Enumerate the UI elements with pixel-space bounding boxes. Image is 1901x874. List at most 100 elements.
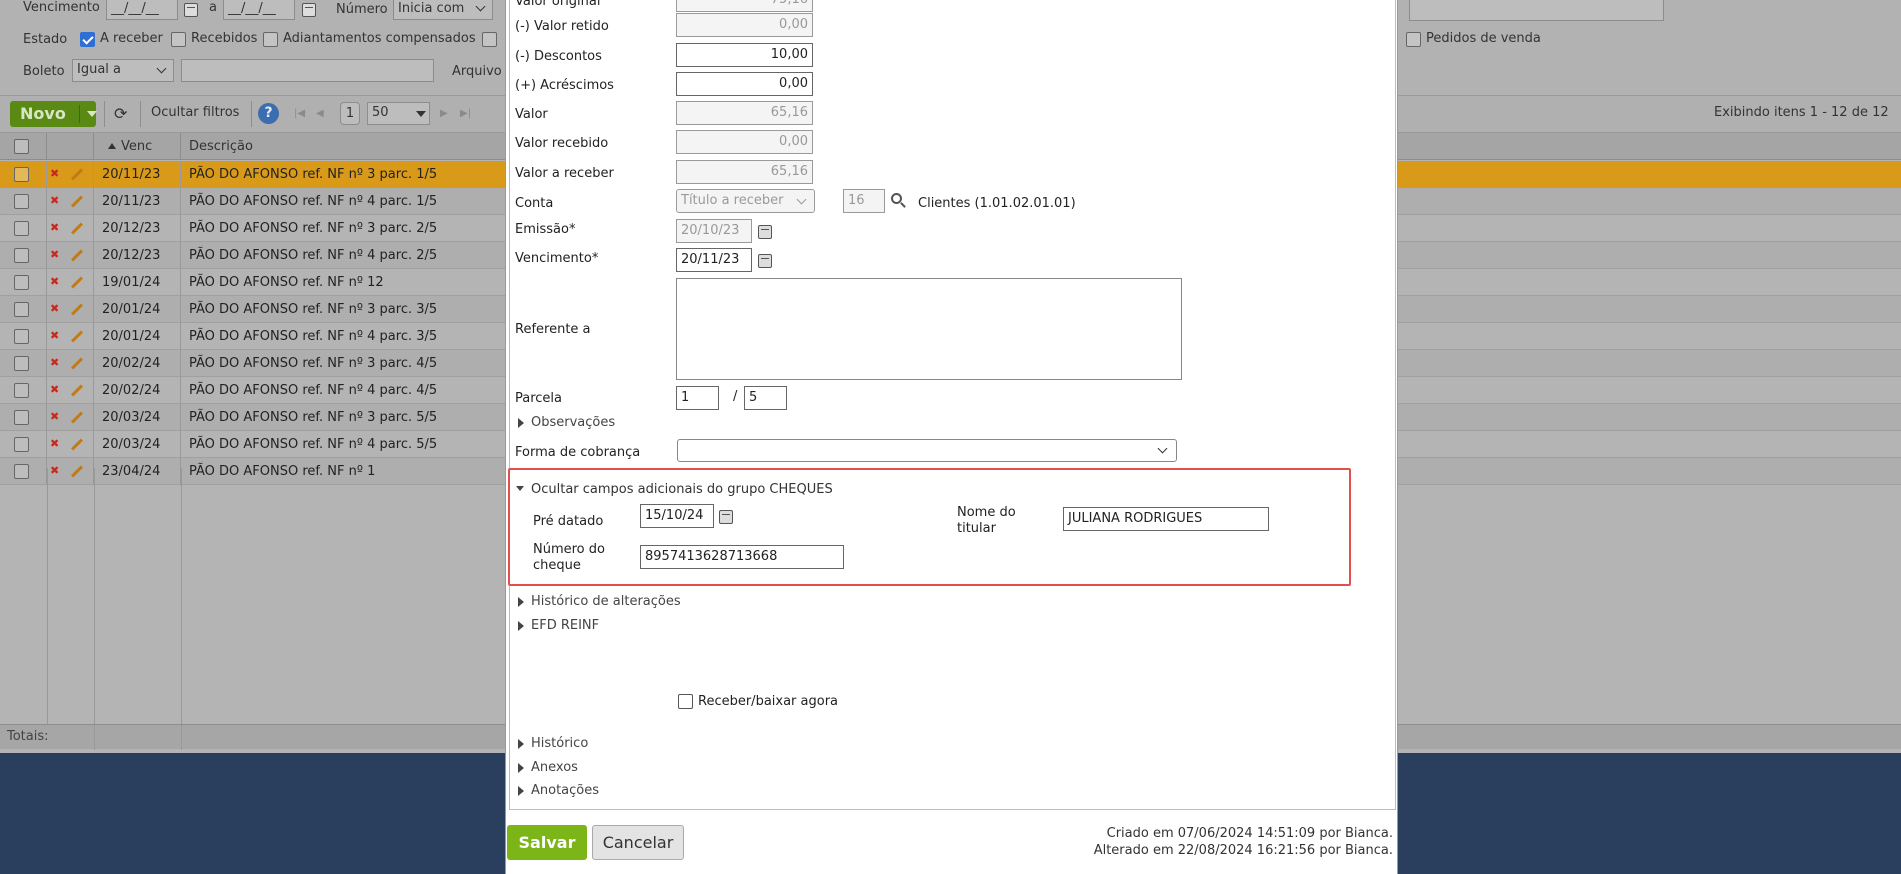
recebidos-checkbox[interactable]: [171, 32, 186, 47]
calendar-icon[interactable]: [184, 3, 198, 17]
numero-cheque-input[interactable]: 8957413628713668: [640, 545, 844, 569]
valor-input: 65,16: [676, 101, 813, 125]
toolbar-divider: [251, 101, 252, 127]
forma-cobranca-select[interactable]: [677, 439, 1177, 462]
next-page-icon[interactable]: ▶: [440, 108, 448, 119]
parcela-number-input[interactable]: 1: [676, 386, 719, 410]
receber-baixar-label: Receber/baixar agora: [698, 694, 839, 709]
numero-select-value: Inicia com: [398, 1, 465, 16]
delete-icon[interactable]: ✖: [50, 221, 59, 234]
conta-select: Título a receber: [676, 189, 815, 213]
cheques-toggle[interactable]: Ocultar campos adicionais do grupo CHEQU…: [531, 482, 833, 497]
nome-titular-input[interactable]: JULIANA RODRIGUES: [1063, 507, 1269, 531]
expand-arrow-icon[interactable]: [518, 597, 524, 607]
chevron-down-icon: [156, 63, 167, 74]
expand-arrow-icon[interactable]: [518, 621, 524, 631]
dropdown-arrow-icon[interactable]: [87, 111, 97, 117]
delete-icon[interactable]: ✖: [50, 437, 59, 450]
observacoes-toggle[interactable]: Observações: [531, 415, 615, 430]
descontos-label: (-) Descontos: [515, 49, 602, 64]
row-checkbox[interactable]: [14, 167, 29, 182]
calendar-icon[interactable]: [758, 254, 772, 268]
delete-icon[interactable]: ✖: [50, 383, 59, 396]
row-checkbox[interactable]: [14, 437, 29, 452]
expand-arrow-icon[interactable]: [518, 786, 524, 796]
delete-icon[interactable]: ✖: [50, 302, 59, 315]
anexos-toggle[interactable]: Anexos: [531, 760, 578, 775]
row-checkbox[interactable]: [14, 248, 29, 263]
delete-icon[interactable]: ✖: [50, 329, 59, 342]
referente-textarea[interactable]: [676, 278, 1182, 380]
ocultar-filtros-button[interactable]: Ocultar filtros: [151, 105, 239, 120]
page-number-input[interactable]: 1: [340, 102, 360, 125]
expand-arrow-icon[interactable]: [518, 763, 524, 773]
novo-split-divider: [79, 105, 80, 123]
expand-arrow-icon[interactable]: [518, 418, 524, 428]
venc-column-header[interactable]: Venc: [94, 133, 181, 160]
descricao-column-label[interactable]: Descrição: [189, 139, 253, 154]
delete-icon[interactable]: ✖: [50, 275, 59, 288]
historico-alteracoes-toggle[interactable]: Histórico de alterações: [531, 594, 681, 609]
select-all-checkbox[interactable]: [14, 139, 29, 154]
extra-filter-checkbox[interactable]: [482, 32, 497, 47]
a-receber-checkbox[interactable]: [80, 32, 95, 47]
vencimento-input[interactable]: 20/11/23: [676, 248, 752, 272]
historico-toggle[interactable]: Histórico: [531, 736, 588, 751]
descontos-input[interactable]: 10,00: [676, 43, 813, 67]
row-checkbox[interactable]: [14, 329, 29, 344]
row-venc: 19/01/24: [94, 269, 181, 296]
row-descricao: PÃO DO AFONSO ref. NF nº 3 parc. 2/5: [189, 221, 438, 236]
receber-baixar-checkbox[interactable]: [678, 694, 693, 709]
pedidos-checkbox[interactable]: [1406, 32, 1421, 47]
vencimento-to-input[interactable]: __/__/__: [223, 0, 295, 20]
row-venc: 20/12/23: [94, 242, 181, 269]
a-receber-label: A receber: [100, 31, 163, 46]
page-size-select[interactable]: 50: [367, 102, 430, 125]
row-checkbox[interactable]: [14, 221, 29, 236]
row-checkbox[interactable]: [14, 275, 29, 290]
delete-icon[interactable]: ✖: [50, 248, 59, 261]
vencimento-from-input[interactable]: __/__/__: [106, 0, 178, 20]
conta-code-input: 16: [843, 189, 885, 213]
row-checkbox[interactable]: [14, 194, 29, 209]
delete-icon[interactable]: ✖: [50, 356, 59, 369]
calendar-icon[interactable]: [758, 225, 772, 239]
numero-select[interactable]: Inicia com: [393, 0, 493, 20]
refresh-icon[interactable]: ⟳: [114, 104, 127, 123]
page-size-value: 50: [372, 105, 389, 120]
prev-page-icon[interactable]: ◀: [316, 108, 324, 119]
anotacoes-toggle[interactable]: Anotações: [531, 783, 599, 798]
row-venc: 20/11/23: [94, 188, 181, 215]
acrescimos-input[interactable]: 0,00: [676, 72, 813, 96]
alterado-em-text: Alterado em 22/08/2024 16:21:56 por Bian…: [1093, 843, 1393, 858]
row-descricao: PÃO DO AFONSO ref. NF nº 4 parc. 3/5: [189, 329, 438, 344]
cancelar-button[interactable]: Cancelar: [592, 825, 684, 860]
salvar-button[interactable]: Salvar: [507, 825, 587, 860]
row-checkbox[interactable]: [14, 356, 29, 371]
row-checkbox[interactable]: [14, 410, 29, 425]
boleto-select[interactable]: Igual a: [72, 59, 174, 82]
calendar-icon[interactable]: [302, 3, 316, 17]
parcela-separator: /: [733, 389, 738, 404]
delete-icon[interactable]: ✖: [50, 167, 59, 180]
criado-em-text: Criado em 07/06/2024 14:51:09 por Bianca…: [1106, 826, 1393, 841]
help-icon[interactable]: ?: [258, 103, 279, 124]
novo-button[interactable]: Novo: [10, 101, 97, 127]
delete-icon[interactable]: ✖: [50, 410, 59, 423]
efd-reinf-toggle[interactable]: EFD REINF: [531, 618, 599, 633]
valor-retido-input: 0,00: [676, 13, 813, 37]
calendar-icon[interactable]: [719, 510, 733, 524]
boleto-value-input[interactable]: [181, 59, 434, 82]
row-checkbox[interactable]: [14, 302, 29, 317]
emissao-label: Emissão*: [515, 222, 576, 237]
last-page-icon[interactable]: ▶|: [460, 108, 471, 119]
collapse-arrow-icon[interactable]: [516, 486, 524, 491]
row-checkbox[interactable]: [14, 383, 29, 398]
first-page-icon[interactable]: |◀: [294, 108, 305, 119]
parcela-total-input[interactable]: 5: [744, 386, 787, 410]
pre-datado-input[interactable]: 15/10/24: [640, 504, 714, 528]
delete-icon[interactable]: ✖: [50, 194, 59, 207]
search-text-input[interactable]: [1409, 0, 1664, 21]
expand-arrow-icon[interactable]: [518, 739, 524, 749]
adiantamentos-checkbox[interactable]: [263, 32, 278, 47]
